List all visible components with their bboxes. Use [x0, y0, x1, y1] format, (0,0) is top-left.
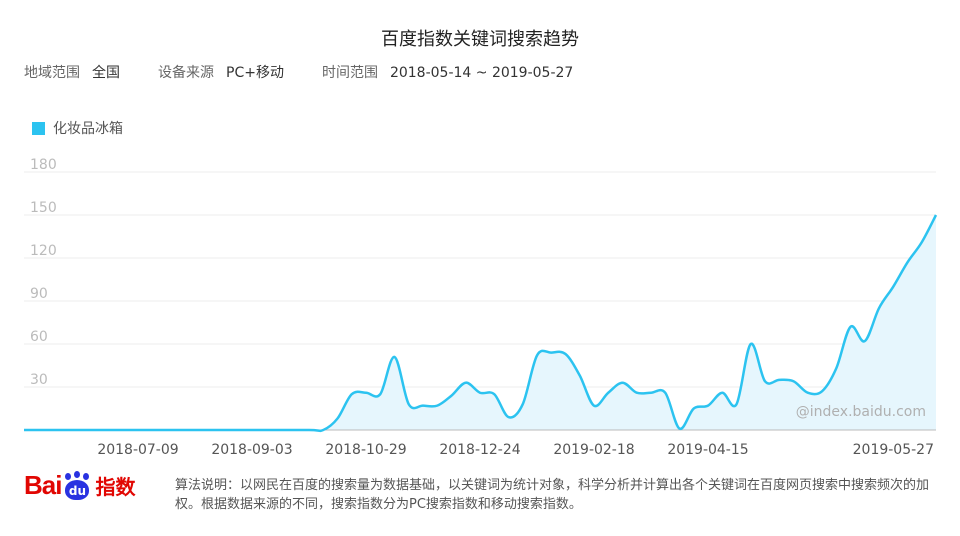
x-tick-label: 2019-05-27 [853, 442, 934, 458]
y-tick-label: 120 [30, 243, 57, 259]
x-tick-label: 2018-07-09 [97, 442, 178, 458]
device-value[interactable]: PC+移动 [226, 65, 284, 81]
x-tick-label: 2018-09-03 [211, 442, 292, 458]
device-label: 设备来源 [158, 65, 214, 81]
x-tick-label: 2019-04-15 [667, 442, 748, 458]
logo-bai: Bai [24, 470, 62, 500]
legend-swatch [32, 121, 45, 135]
logo-du: du [65, 479, 90, 500]
algorithm-note: 算法说明：以网民在百度的搜索量为数据基础，以关键词为统计对象，科学分析并计算出各… [175, 478, 930, 512]
region-value[interactable]: 全国 [92, 65, 120, 81]
time-value[interactable]: 2018-05-14 ~ 2019-05-27 [390, 65, 573, 81]
chart-legend[interactable]: 化妆品冰箱 [32, 118, 123, 138]
baidu-index-logo: Bai du 指数 [24, 470, 135, 501]
y-tick-label: 30 [30, 372, 48, 388]
y-tick-label: 150 [30, 200, 57, 216]
paw-icon: du [62, 470, 92, 501]
y-tick-label: 60 [30, 329, 48, 345]
filter-bar: 地域范围 全国 设备来源 PC+移动 时间范围 2018-05-14 ~ 2019-05-… [24, 62, 611, 82]
legend-label: 化妆品冰箱 [53, 121, 123, 137]
logo-zs: 指数 [95, 475, 136, 499]
x-tick-label: 2018-10-29 [325, 442, 406, 458]
region-label: 地域范围 [24, 65, 80, 81]
watermark-text: @index.baidu.com [796, 404, 926, 420]
time-label: 时间范围 [321, 65, 378, 81]
x-tick-label: 2019-02-18 [553, 442, 634, 458]
x-tick-label: 2018-12-24 [439, 442, 520, 458]
trend-chart: 30 60 90 120 150 180 2018-07-09 2018-09-03 2018-… [24, 157, 938, 458]
series-area [24, 215, 936, 431]
y-tick-label: 90 [30, 286, 48, 302]
page-title: 百度指数关键词搜索趋势 [381, 29, 579, 50]
y-tick-label: 180 [30, 157, 57, 173]
